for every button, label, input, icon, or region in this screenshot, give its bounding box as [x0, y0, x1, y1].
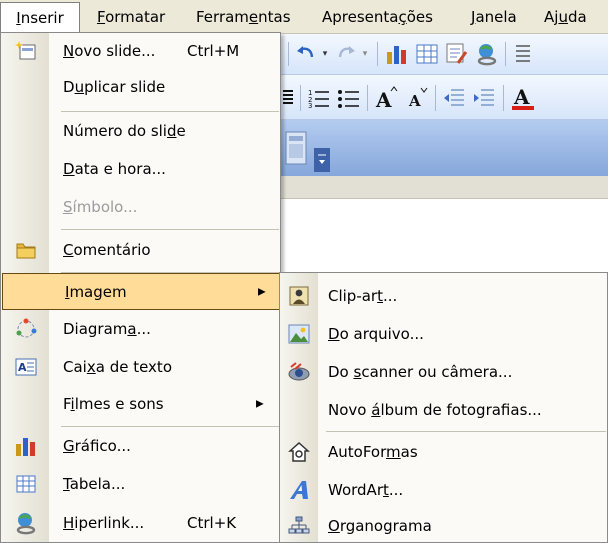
submenu-item-label: Clip-art...: [328, 287, 398, 305]
toolbar-separator: [503, 85, 504, 111]
submenu-item-do-scanner-ou-camera[interactable]: Do scanner ou câmera...: [280, 353, 608, 391]
submenu-item-do-arquivo[interactable]: Do arquivo...: [280, 315, 608, 353]
toolbar-separator: [367, 85, 368, 111]
menu-item-duplicar-slide[interactable]: Duplicar slide: [1, 68, 281, 106]
menu-item-caixa-de-texto[interactable]: A Caixa de texto: [1, 348, 281, 385]
menu-item-label: Imagem: [65, 282, 127, 301]
new-slide-icon: [13, 38, 39, 64]
submenu-item-label: Do scanner ou câmera...: [328, 363, 513, 381]
submenu-item-label: AutoFormas: [328, 443, 418, 461]
hyperlink-icon: [13, 510, 39, 536]
menu-item-label: Comentário: [63, 240, 151, 259]
svg-text:A: A: [18, 361, 27, 374]
hyperlink-toolbar-icon[interactable]: [473, 40, 501, 68]
submenu-item-label: WordArt...: [328, 481, 404, 499]
submenu-item-novo-album[interactable]: Novo álbum de fotografias...: [280, 391, 608, 429]
menu-item-hiperlink[interactable]: Hiperlink... Ctrl+K: [1, 503, 281, 543]
redo-dropdown-icon[interactable]: ▾: [359, 44, 371, 64]
clip-art-icon: [286, 283, 312, 309]
menu-item-label: Filmes e sons: [63, 395, 164, 413]
shortcut-label: Ctrl+K: [187, 514, 237, 532]
increase-font-size-icon[interactable]: A: [372, 84, 400, 112]
svg-text:A: A: [408, 92, 421, 110]
menu-bar: Inserir Formatar Ferramentas Apresentaçõ…: [0, 0, 608, 34]
menu-ferramentas[interactable]: Ferramentas: [196, 7, 291, 27]
tables-borders-icon[interactable]: [443, 40, 471, 68]
wordart-icon: [286, 477, 312, 503]
text-box-icon: A: [13, 354, 39, 380]
submenu-item-wordart[interactable]: WordArt...: [280, 471, 608, 509]
expand-all-icon[interactable]: [510, 40, 536, 68]
bullets-icon[interactable]: [335, 84, 363, 112]
submenu-arrow-icon: ▶: [256, 398, 264, 410]
from-file-icon: [286, 321, 312, 347]
insert-menu: Novo slide... Ctrl+M Duplicar slide Núme…: [0, 32, 281, 543]
undo-icon[interactable]: [293, 42, 319, 66]
increase-indent-icon[interactable]: [470, 84, 498, 112]
menu-item-imagem[interactable]: Imagem ▶: [2, 273, 280, 310]
menu-item-grafico[interactable]: Gráfico...: [1, 427, 281, 465]
shortcut-label: Ctrl+M: [187, 41, 240, 60]
menu-item-label: Número do slide: [63, 121, 186, 140]
menu-item-comentario[interactable]: Comentário: [1, 230, 281, 269]
menu-ajuda[interactable]: Ajuda: [544, 7, 587, 27]
menu-item-data-e-hora[interactable]: Data e hora...: [1, 149, 281, 188]
svg-text:3: 3: [308, 102, 312, 109]
menu-inserir[interactable]: Inserir: [0, 2, 80, 33]
comment-icon: [13, 237, 39, 263]
undo-dropdown-icon[interactable]: ▾: [319, 44, 331, 64]
submenu-item-label: Organograma: [328, 517, 432, 535]
org-chart-icon: [286, 513, 312, 539]
menu-item-label: Hiperlink...: [63, 514, 145, 532]
submenu-item-label: Novo álbum de fotografias...: [328, 401, 542, 419]
decrease-indent-icon[interactable]: [440, 84, 468, 112]
svg-text:A: A: [375, 88, 392, 110]
menu-item-novo-slide[interactable]: Novo slide... Ctrl+M: [1, 33, 281, 68]
menu-item-label: Diagrama...: [63, 320, 151, 338]
menu-item-tabela[interactable]: Tabela...: [1, 465, 281, 503]
menu-item-label: Tabela...: [63, 475, 126, 493]
chart-icon: [13, 433, 39, 459]
numbering-icon[interactable]: 123: [305, 84, 333, 112]
table-icon: [13, 471, 39, 497]
justify-icon[interactable]: [281, 85, 295, 111]
menu-item-label: Novo slide...: [63, 41, 156, 60]
menu-item-simbolo: Símbolo...: [1, 188, 281, 226]
submenu-item-clip-art[interactable]: Clip-art...: [280, 277, 608, 315]
font-color-icon[interactable]: A: [508, 83, 538, 113]
submenu-item-organograma[interactable]: Organograma: [280, 509, 608, 543]
menu-apresentacoes[interactable]: Apresentações: [322, 7, 433, 27]
diagram-icon: [13, 316, 39, 342]
menu-janela[interactable]: Janela: [471, 7, 517, 27]
decrease-font-size-icon[interactable]: A: [403, 84, 431, 112]
submenu-item-autoformas[interactable]: AutoFormas: [280, 433, 608, 471]
menu-item-label: Data e hora...: [63, 159, 166, 178]
menu-item-label: Duplicar slide: [63, 78, 166, 96]
menu-item-label: Gráfico...: [63, 437, 131, 455]
menu-item-filmes-e-sons[interactable]: Filmes e sons ▶: [1, 385, 281, 423]
autoshapes-icon: [286, 439, 312, 465]
scanner-camera-icon: [286, 359, 312, 385]
toolbar-separator: [377, 42, 378, 66]
toolbar-separator: [300, 85, 301, 111]
submenu-item-label: Do arquivo...: [328, 325, 424, 343]
insert-table-icon[interactable]: [413, 40, 441, 68]
insert-chart-icon[interactable]: [383, 40, 411, 68]
submenu-separator: [326, 431, 606, 432]
menu-item-numero-do-slide[interactable]: Número do slide: [1, 112, 281, 149]
toolbar-options-icon[interactable]: [314, 148, 330, 172]
image-submenu: Clip-art... Do arquivo... Do scanner ou …: [279, 272, 608, 543]
svg-text:A: A: [513, 85, 530, 109]
menu-item-diagrama[interactable]: Diagrama...: [1, 310, 281, 348]
menu-formatar[interactable]: Formatar: [97, 7, 165, 27]
toolbar-separator: [435, 85, 436, 111]
redo-icon[interactable]: [333, 42, 359, 66]
menu-item-label: Caixa de texto: [63, 357, 172, 376]
toolbar-separator: [505, 42, 506, 66]
toolbar-separator: [288, 42, 289, 66]
slide-layout-icon[interactable]: [281, 128, 311, 168]
menu-item-label: Símbolo...: [63, 198, 138, 216]
submenu-arrow-icon: ▶: [258, 286, 266, 297]
